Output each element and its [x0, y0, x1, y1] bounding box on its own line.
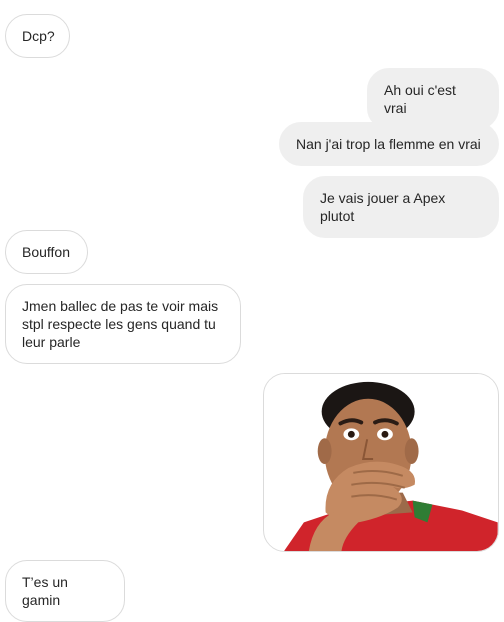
message-text: Je vais jouer a Apex plutot: [320, 190, 446, 224]
message-text: Bouffon: [22, 244, 71, 260]
message-text: T’es un gamin: [22, 574, 68, 608]
received-message[interactable]: Bouffon: [5, 230, 88, 274]
received-message[interactable]: Dcp?: [5, 14, 70, 58]
message-text: Jmen ballec de pas te voir mais stpl res…: [22, 298, 219, 350]
message-text: Dcp?: [22, 28, 55, 44]
message-text: Nan j'ai trop la flemme en vrai: [296, 136, 481, 152]
sent-image-message[interactable]: [263, 373, 499, 552]
sent-message[interactable]: Je vais jouer a Apex plutot: [303, 176, 499, 238]
message-text: Ah oui c'est vrai: [384, 82, 456, 116]
received-message[interactable]: Jmen ballec de pas te voir mais stpl res…: [5, 284, 241, 364]
shocked-face-photo: [264, 374, 498, 551]
sent-message[interactable]: Nan j'ai trop la flemme en vrai: [279, 122, 499, 166]
received-message[interactable]: T’es un gamin: [5, 560, 125, 622]
sent-message[interactable]: Ah oui c'est vrai: [367, 68, 499, 130]
message-thread: Dcp? Ah oui c'est vrai Nan j'ai trop la …: [0, 0, 504, 622]
